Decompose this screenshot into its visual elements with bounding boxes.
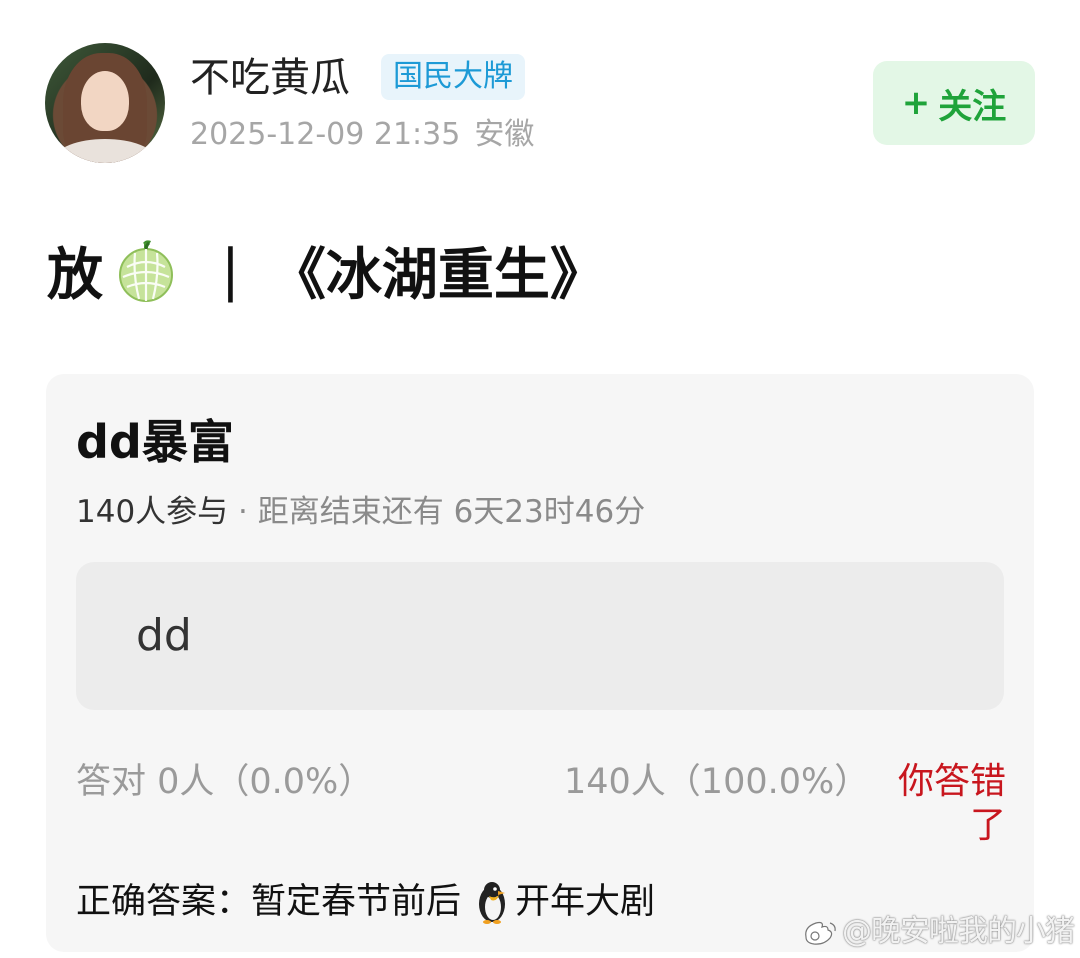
post-location: 安徽 <box>474 117 535 152</box>
plus-icon: + <box>901 83 931 123</box>
weibo-post: 不吃黄瓜 国民大牌 2025-12-09 21:35 安徽 + 关注 放 | 《冰湖… <box>0 0 1080 958</box>
option-label: dd <box>136 610 192 661</box>
post-timestamp: 2025-12-09 21:35 <box>190 117 461 152</box>
brand-badge[interactable]: 国民大牌 <box>381 54 525 100</box>
wrong-answer-message: 你答错了 <box>897 761 1006 846</box>
weibo-icon <box>805 921 836 945</box>
title-text: 《冰湖重生》 <box>269 242 606 308</box>
watermark: @晚安啦我的小猪 <box>800 913 1075 951</box>
post-meta: 2025-12-09 21:35 安徽 <box>190 115 534 155</box>
participant-count: 140人参与 <box>76 494 229 530</box>
username[interactable]: 不吃黄瓜 <box>190 52 350 104</box>
quiz-card: dd暴富 140人参与 · 距离结束还有 6天23时46分 dd 答对 0人（0… <box>46 374 1034 952</box>
quiz-option[interactable]: dd <box>76 562 1004 710</box>
correct-count: 答对 0人（0.0%） <box>76 762 374 802</box>
stats-separator: · <box>228 494 258 530</box>
avatar-face <box>81 71 129 131</box>
answer-prefix: 正确答案：暂定春节前后 <box>76 882 462 922</box>
time-remaining: 距离结束还有 6天23时46分 <box>257 494 646 530</box>
follow-label: 关注 <box>938 86 1007 127</box>
title-prefix: 放 <box>47 242 103 308</box>
quiz-title: dd暴富 <box>76 415 234 469</box>
correct-answer: 正确答案：暂定春节前后 开年大剧 <box>76 880 655 924</box>
answer-suffix: 开年大剧 <box>515 882 656 922</box>
quiz-stats: 140人参与 · 距离结束还有 6天23时46分 <box>76 492 645 532</box>
follow-button[interactable]: + 关注 <box>873 61 1035 145</box>
title-separator: | <box>221 237 240 303</box>
post-title: 放 | 《冰湖重生》 <box>47 232 606 308</box>
penguin-icon <box>479 882 506 924</box>
watermark-text: @晚安啦我的小猪 <box>842 914 1075 949</box>
avatar[interactable] <box>45 43 165 163</box>
melon-icon <box>119 240 173 302</box>
wrong-count: 140人（100.0%） <box>564 762 870 802</box>
